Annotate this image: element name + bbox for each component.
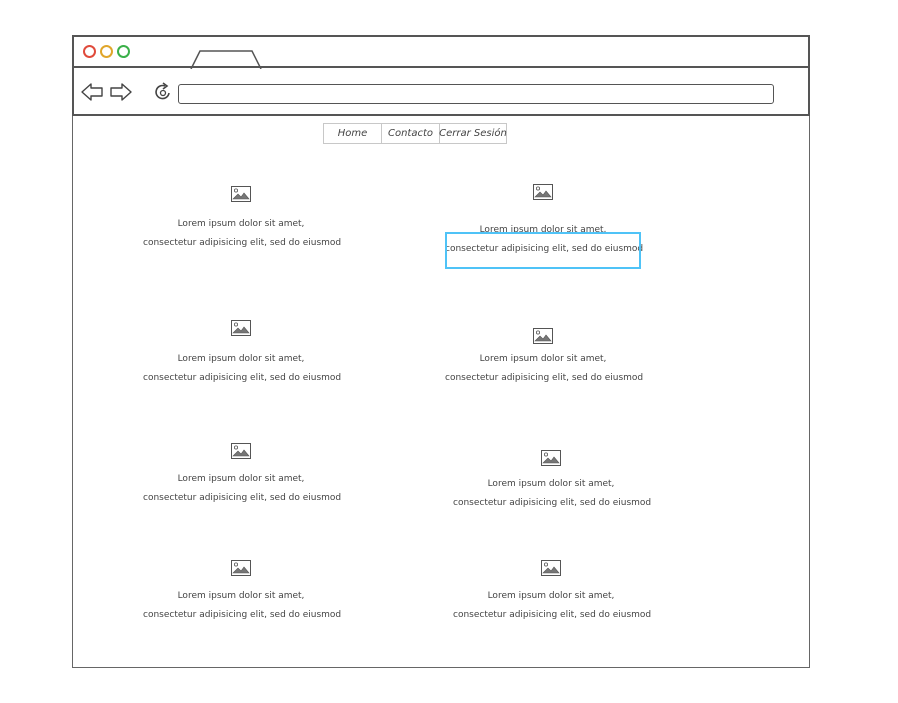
selection-highlight bbox=[445, 232, 641, 269]
close-window-button[interactable] bbox=[83, 45, 96, 58]
card-text-line2: consectetur adipisicing elit, sed do eiu… bbox=[143, 238, 342, 248]
image-placeholder-icon bbox=[231, 186, 251, 202]
card-text-line2: consectetur adipisicing elit, sed do eiu… bbox=[143, 610, 342, 620]
title-bar bbox=[72, 35, 810, 69]
menu-item-cerrar-sesion[interactable]: Cerrar Sesión bbox=[439, 123, 507, 144]
card-text-line2: consectetur adipisicing elit, sed do eiu… bbox=[445, 373, 644, 383]
image-placeholder-icon bbox=[231, 320, 251, 336]
content-card: Lorem ipsum dolor sit amet, consectetur … bbox=[143, 320, 342, 384]
minimize-window-button[interactable] bbox=[100, 45, 113, 58]
card-text-line1: Lorem ipsum dolor sit amet, bbox=[177, 219, 305, 229]
maximize-window-button[interactable] bbox=[117, 45, 130, 58]
card-text-line2: consectetur adipisicing elit, sed do eiu… bbox=[143, 493, 342, 503]
card-text-line1: Lorem ipsum dolor sit amet, bbox=[177, 474, 305, 484]
content-card: Lorem ipsum dolor sit amet, consectetur … bbox=[445, 328, 644, 384]
card-text-line2: consectetur adipisicing elit, sed do eiu… bbox=[143, 373, 342, 383]
content-card: Lorem ipsum dolor sit amet, consectetur … bbox=[453, 560, 652, 621]
address-bar[interactable] bbox=[178, 84, 774, 104]
content-card: Lorem ipsum dolor sit amet, consectetur … bbox=[143, 186, 342, 249]
image-placeholder-icon bbox=[231, 443, 251, 459]
forward-arrow-icon[interactable] bbox=[110, 83, 132, 101]
card-text-line1: Lorem ipsum dolor sit amet, bbox=[177, 591, 305, 601]
menu-item-label: Contacto bbox=[387, 128, 434, 139]
browser-toolbar bbox=[72, 68, 810, 116]
card-text-line1: Lorem ipsum dolor sit amet, bbox=[487, 479, 615, 489]
content-card: Lorem ipsum dolor sit amet, consectetur … bbox=[453, 450, 652, 509]
card-text-line2: consectetur adipisicing elit, sed do eiu… bbox=[453, 610, 652, 620]
browser-tab[interactable] bbox=[190, 50, 262, 69]
card-text: Lorem ipsum dolor sit amet, consectetur … bbox=[453, 590, 652, 621]
card-text: Lorem ipsum dolor sit amet, consectetur … bbox=[143, 473, 342, 504]
image-placeholder-icon bbox=[533, 328, 553, 344]
card-text: Lorem ipsum dolor sit amet, consectetur … bbox=[143, 218, 342, 249]
card-text-line1: Lorem ipsum dolor sit amet, bbox=[479, 354, 607, 364]
card-text-line1: Lorem ipsum dolor sit amet, bbox=[177, 354, 305, 364]
menu-item-label: Home bbox=[337, 128, 368, 139]
content-card: Lorem ipsum dolor sit amet, consectetur … bbox=[143, 443, 342, 504]
card-text: Lorem ipsum dolor sit amet, consectetur … bbox=[143, 353, 342, 384]
image-placeholder-icon bbox=[533, 184, 553, 200]
card-text: Lorem ipsum dolor sit amet, consectetur … bbox=[453, 478, 652, 509]
content-card: Lorem ipsum dolor sit amet, consectetur … bbox=[143, 560, 342, 621]
browser-window: Home Contacto Cerrar Sesión Lorem ipsum … bbox=[72, 35, 810, 668]
menu-item-home[interactable]: Home bbox=[323, 123, 382, 144]
main-menu: Home Contacto Cerrar Sesión bbox=[323, 123, 507, 144]
menu-item-label: Cerrar Sesión bbox=[439, 128, 507, 139]
card-text: Lorem ipsum dolor sit amet, consectetur … bbox=[143, 590, 342, 621]
image-placeholder-icon bbox=[231, 560, 251, 576]
image-placeholder-icon bbox=[541, 560, 561, 576]
menu-item-contacto[interactable]: Contacto bbox=[381, 123, 440, 144]
card-text-line2: consectetur adipisicing elit, sed do eiu… bbox=[453, 498, 652, 508]
card-text-line1: Lorem ipsum dolor sit amet, bbox=[487, 591, 615, 601]
card-text: Lorem ipsum dolor sit amet, consectetur … bbox=[445, 353, 644, 384]
reload-icon[interactable] bbox=[153, 82, 173, 102]
image-placeholder-icon bbox=[541, 450, 561, 466]
back-arrow-icon[interactable] bbox=[81, 83, 103, 101]
